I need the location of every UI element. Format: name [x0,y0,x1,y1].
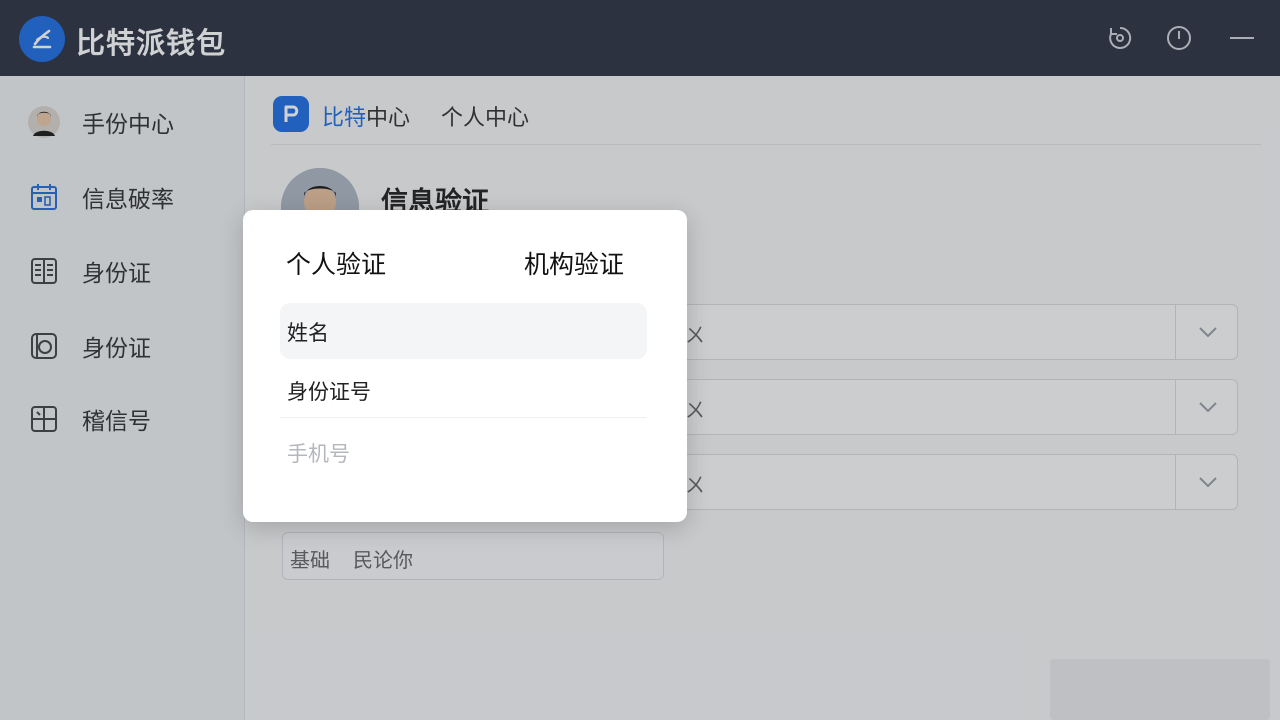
verification-type-popup: 个人验证 机构验证 姓名 身份证号 手机号 [243,210,687,522]
option-name[interactable]: 姓名 [280,303,647,359]
option-label: 身份证号 [287,380,371,404]
option-label: 姓名 [287,321,329,345]
option-label: 手机号 [287,442,350,466]
tab-personal-verification[interactable]: 个人验证 [286,245,386,281]
option-phone-number[interactable]: 手机号 [280,424,647,480]
option-id-number[interactable]: 身份证号 [280,362,647,418]
tab-organization-verification[interactable]: 机构验证 [524,245,624,281]
